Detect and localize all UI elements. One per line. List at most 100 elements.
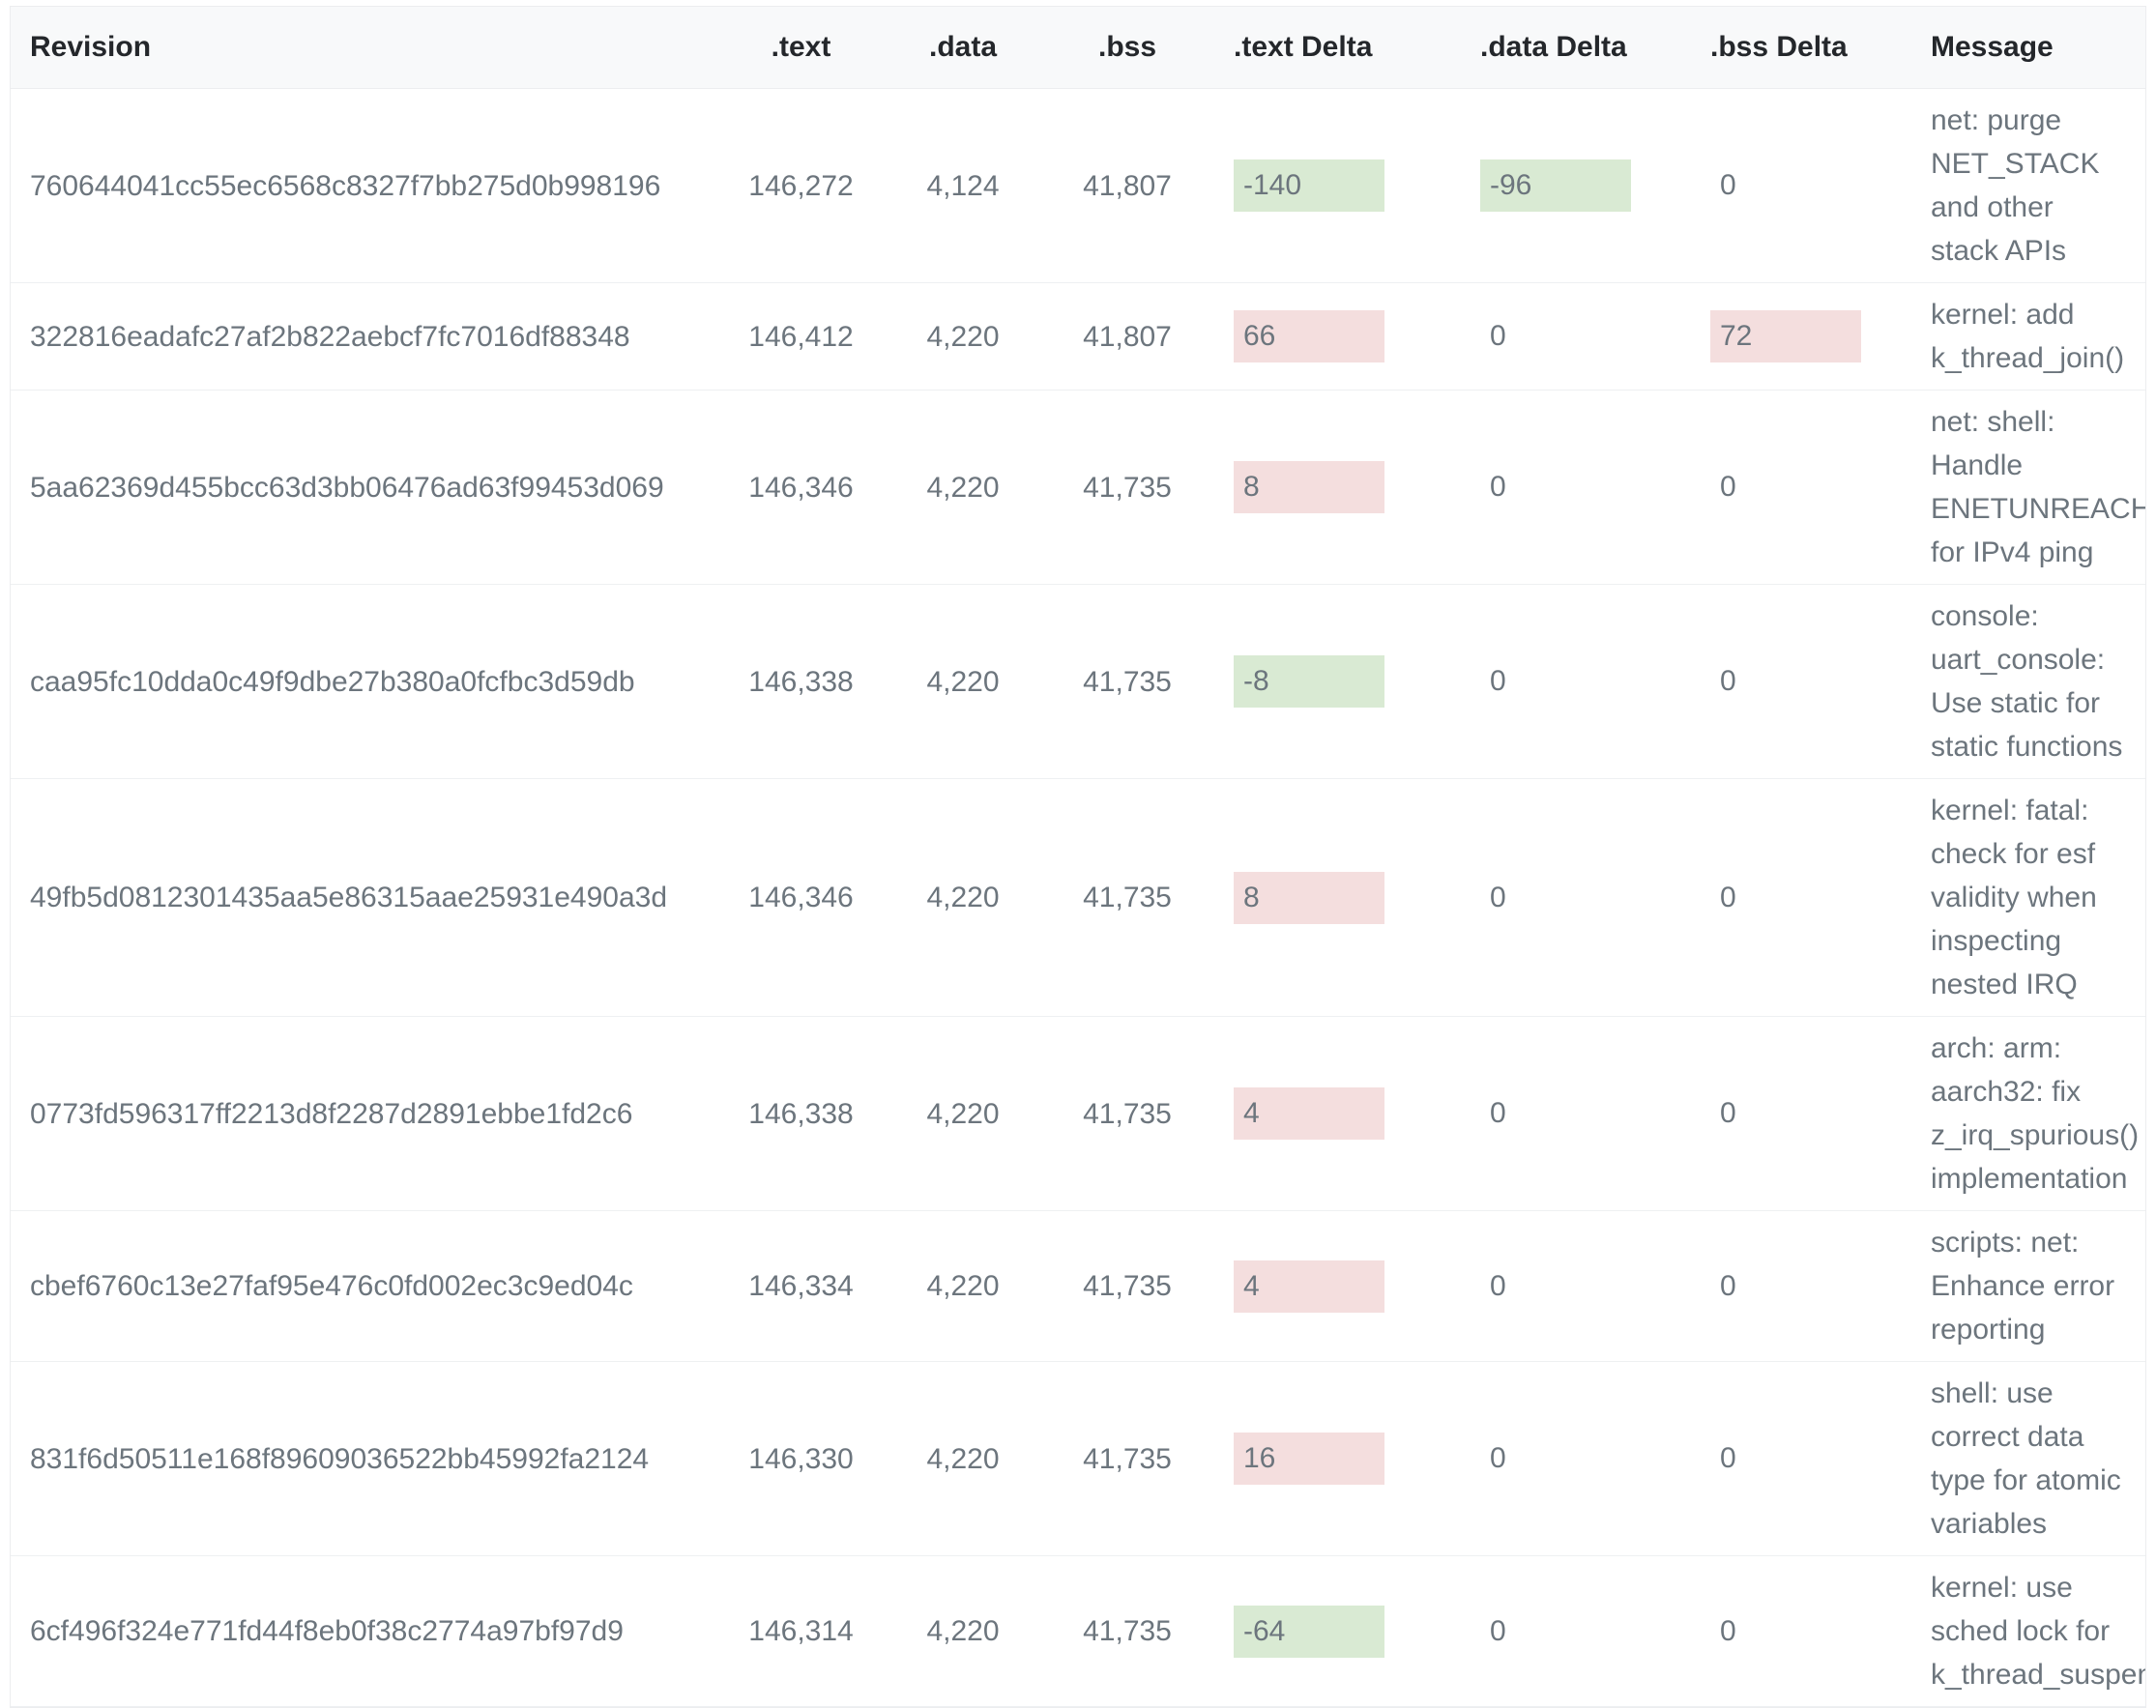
- text-delta-badge: -64: [1234, 1606, 1384, 1658]
- data-delta-badge: 0: [1480, 461, 1631, 513]
- commit-message: scripts: net: Enhance error reporting: [1931, 1221, 2126, 1351]
- table-row: 5aa62369d455bcc63d3bb06476ad63f99453d069…: [11, 391, 2145, 585]
- bss-cell: 41,735: [1040, 1556, 1214, 1707]
- text-delta-cell: 8: [1214, 779, 1461, 1017]
- bss-delta-cell: 0: [1691, 1211, 1911, 1362]
- data-cell: 4,124: [886, 89, 1040, 283]
- data-cell: 4,220: [886, 391, 1040, 585]
- text-delta-cell: 16: [1214, 1362, 1461, 1556]
- bss-cell: 41,807: [1040, 283, 1214, 391]
- table-row: 0773fd596317ff2213d8f2287d2891ebbe1fd2c6…: [11, 1017, 2145, 1211]
- data-delta-badge: 0: [1480, 872, 1631, 924]
- data-delta-cell: 0: [1461, 779, 1691, 1017]
- message-cell: net: shell: Handle ENETUNREACH for IPv4 …: [1911, 391, 2145, 585]
- bss-cell: 41,735: [1040, 1211, 1214, 1362]
- bss-delta-badge: 0: [1710, 1087, 1861, 1140]
- table-header: Revision.text.data.bss.text Delta.data D…: [11, 7, 2145, 89]
- column-header-text: .text: [716, 7, 886, 89]
- table-row: 760644041cc55ec6568c8327f7bb275d0b998196…: [11, 89, 2145, 283]
- text-delta-cell: 66: [1214, 283, 1461, 391]
- bss-delta-cell: 0: [1691, 1017, 1911, 1211]
- column-header-revision: Revision: [11, 7, 716, 89]
- data-cell: 4,220: [886, 779, 1040, 1017]
- revision-cell: 322816eadafc27af2b822aebcf7fc7016df88348: [11, 283, 716, 391]
- data-delta-cell: 0: [1461, 1362, 1691, 1556]
- bss-delta-cell: 0: [1691, 585, 1911, 779]
- revision-cell: 49fb5d0812301435aa5e86315aae25931e490a3d: [11, 779, 716, 1017]
- bss-delta-cell: 0: [1691, 391, 1911, 585]
- data-delta-badge: 0: [1480, 310, 1631, 362]
- text-delta-cell: 4: [1214, 1017, 1461, 1211]
- revision-cell: cbef6760c13e27faf95e476c0fd002ec3c9ed04c: [11, 1211, 716, 1362]
- table-row: 322816eadafc27af2b822aebcf7fc7016df88348…: [11, 283, 2145, 391]
- text-delta-cell: 8: [1214, 391, 1461, 585]
- commit-message: net: purge NET_STACK and other stack API…: [1931, 99, 2126, 273]
- data-cell: 4,220: [886, 585, 1040, 779]
- text-cell: 146,412: [716, 283, 886, 391]
- bss-delta-badge: 0: [1710, 1606, 1861, 1658]
- text-delta-badge: -8: [1234, 655, 1384, 708]
- text-cell: 146,272: [716, 89, 886, 283]
- text-cell: 146,338: [716, 585, 886, 779]
- column-header-message: Message: [1911, 7, 2145, 89]
- text-cell: 146,346: [716, 779, 886, 1017]
- text-cell: 146,334: [716, 1211, 886, 1362]
- text-delta-badge: 16: [1234, 1433, 1384, 1485]
- revision-cell: 831f6d50511e168f89609036522bb45992fa2124: [11, 1362, 716, 1556]
- text-cell: 146,338: [716, 1017, 886, 1211]
- text-delta-badge: 8: [1234, 461, 1384, 513]
- data-cell: 4,220: [886, 1556, 1040, 1707]
- message-cell: arch: arm: aarch32: fix z_irq_spurious()…: [1911, 1017, 2145, 1211]
- bss-delta-cell: 0: [1691, 1362, 1911, 1556]
- data-delta-badge: 0: [1480, 1433, 1631, 1485]
- column-header-text-delta: .text Delta: [1214, 7, 1461, 89]
- message-cell: scripts: net: Enhance error reporting: [1911, 1211, 2145, 1362]
- data-delta-badge: 0: [1480, 655, 1631, 708]
- data-delta-badge: 0: [1480, 1087, 1631, 1140]
- table-row: cbef6760c13e27faf95e476c0fd002ec3c9ed04c…: [11, 1211, 2145, 1362]
- text-delta-cell: -8: [1214, 585, 1461, 779]
- bss-cell: 41,735: [1040, 779, 1214, 1017]
- revision-cell: 0773fd596317ff2213d8f2287d2891ebbe1fd2c6: [11, 1017, 716, 1211]
- bss-cell: 41,807: [1040, 89, 1214, 283]
- revision-cell: 5aa62369d455bcc63d3bb06476ad63f99453d069: [11, 391, 716, 585]
- message-cell: net: purge NET_STACK and other stack API…: [1911, 89, 2145, 283]
- revision-size-table: Revision.text.data.bss.text Delta.data D…: [11, 7, 2145, 1707]
- table-row: 6cf496f324e771fd44f8eb0f38c2774a97bf97d9…: [11, 1556, 2145, 1707]
- bss-delta-cell: 72: [1691, 283, 1911, 391]
- text-delta-badge: 4: [1234, 1087, 1384, 1140]
- bss-delta-badge: 0: [1710, 461, 1861, 513]
- table-row: 831f6d50511e168f89609036522bb45992fa2124…: [11, 1362, 2145, 1556]
- revision-cell: 6cf496f324e771fd44f8eb0f38c2774a97bf97d9: [11, 1556, 716, 1707]
- table-row: 49fb5d0812301435aa5e86315aae25931e490a3d…: [11, 779, 2145, 1017]
- column-header-data-delta: .data Delta: [1461, 7, 1691, 89]
- data-cell: 4,220: [886, 1362, 1040, 1556]
- commit-message: net: shell: Handle ENETUNREACH for IPv4 …: [1931, 400, 2126, 574]
- message-cell: kernel: use sched lock for k_thread_susp…: [1911, 1556, 2145, 1707]
- message-cell: kernel: add k_thread_join(): [1911, 283, 2145, 391]
- data-delta-badge: 0: [1480, 1260, 1631, 1313]
- commit-message: shell: use correct data type for atomic …: [1931, 1372, 2126, 1546]
- data-cell: 4,220: [886, 1211, 1040, 1362]
- bss-cell: 41,735: [1040, 391, 1214, 585]
- data-cell: 4,220: [886, 283, 1040, 391]
- bss-delta-cell: 0: [1691, 1556, 1911, 1707]
- bss-delta-cell: 0: [1691, 779, 1911, 1017]
- bss-cell: 41,735: [1040, 1017, 1214, 1211]
- commit-message: kernel: fatal: check for esf validity wh…: [1931, 789, 2126, 1006]
- bss-delta-badge: 0: [1710, 159, 1861, 212]
- text-cell: 146,346: [716, 391, 886, 585]
- data-delta-badge: -96: [1480, 159, 1631, 212]
- text-delta-badge: -140: [1234, 159, 1384, 212]
- revision-cell: 760644041cc55ec6568c8327f7bb275d0b998196: [11, 89, 716, 283]
- data-delta-cell: 0: [1461, 1017, 1691, 1211]
- text-delta-cell: -140: [1214, 89, 1461, 283]
- bss-cell: 41,735: [1040, 1362, 1214, 1556]
- revision-cell: caa95fc10dda0c49f9dbe27b380a0fcfbc3d59db: [11, 585, 716, 779]
- message-cell: kernel: fatal: check for esf validity wh…: [1911, 779, 2145, 1017]
- code-size-report-card: Revision.text.data.bss.text Delta.data D…: [10, 6, 2146, 1708]
- data-delta-cell: 0: [1461, 391, 1691, 585]
- data-delta-cell: 0: [1461, 1211, 1691, 1362]
- data-cell: 4,220: [886, 1017, 1040, 1211]
- bss-cell: 41,735: [1040, 585, 1214, 779]
